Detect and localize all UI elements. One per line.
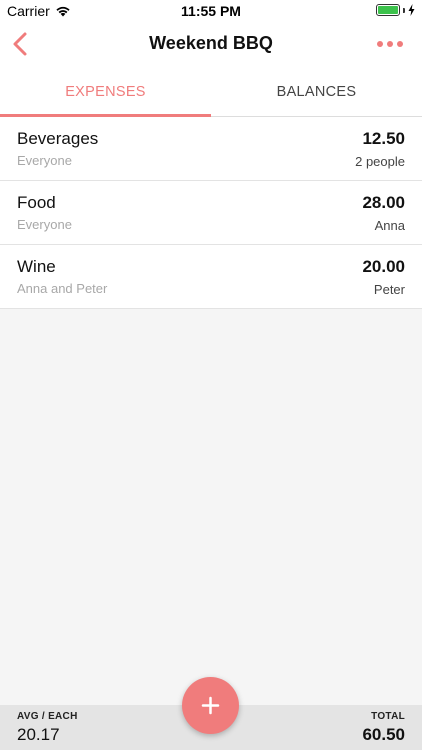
expense-payer: 2 people: [355, 154, 405, 169]
add-expense-button[interactable]: [182, 677, 239, 734]
expense-payer: Peter: [373, 282, 405, 297]
expense-payer: Anna: [374, 218, 405, 233]
more-horizontal-icon: [377, 41, 403, 47]
battery-icon: [376, 4, 400, 16]
expense-name: Wine: [17, 257, 56, 276]
expense-split: Everyone: [17, 217, 72, 232]
expense-amount: 20.00: [362, 257, 405, 276]
tab-expenses[interactable]: EXPENSES: [0, 66, 211, 117]
status-right: [376, 4, 415, 16]
tab-balances[interactable]: BALANCES: [211, 66, 422, 116]
screen: Carrier 11:55 PM Weekend BBQ EXPENSES BA…: [0, 0, 422, 750]
expense-row-beverages[interactable]: Beverages Everyone 12.50 2 people: [0, 117, 422, 181]
avg-value: 20.17: [17, 725, 60, 744]
expense-row-food[interactable]: Food Everyone 28.00 Anna: [0, 181, 422, 245]
avg-label: AVG / EACH: [17, 711, 78, 722]
expense-name: Food: [17, 193, 56, 212]
status-time: 11:55 PM: [181, 3, 241, 19]
more-options-button[interactable]: [376, 34, 404, 54]
nav-bar: Weekend BBQ: [0, 22, 422, 66]
status-bar: Carrier 11:55 PM: [0, 0, 422, 22]
total-label: TOTAL: [371, 711, 405, 722]
plus-icon: [201, 696, 220, 715]
page-title: Weekend BBQ: [149, 33, 273, 53]
expense-amount: 28.00: [362, 193, 405, 212]
expense-split: Everyone: [17, 153, 72, 168]
expense-row-wine[interactable]: Wine Anna and Peter 20.00 Peter: [0, 245, 422, 309]
tab-bar: EXPENSES BALANCES: [0, 66, 422, 117]
expense-list: Beverages Everyone 12.50 2 people Food E…: [0, 117, 422, 309]
total-value: 60.50: [362, 725, 405, 744]
charging-bolt-icon: [408, 4, 415, 16]
expense-amount: 12.50: [362, 129, 405, 148]
expense-name: Beverages: [17, 129, 99, 148]
expense-split: Anna and Peter: [17, 281, 108, 296]
battery-tip: [403, 7, 405, 13]
